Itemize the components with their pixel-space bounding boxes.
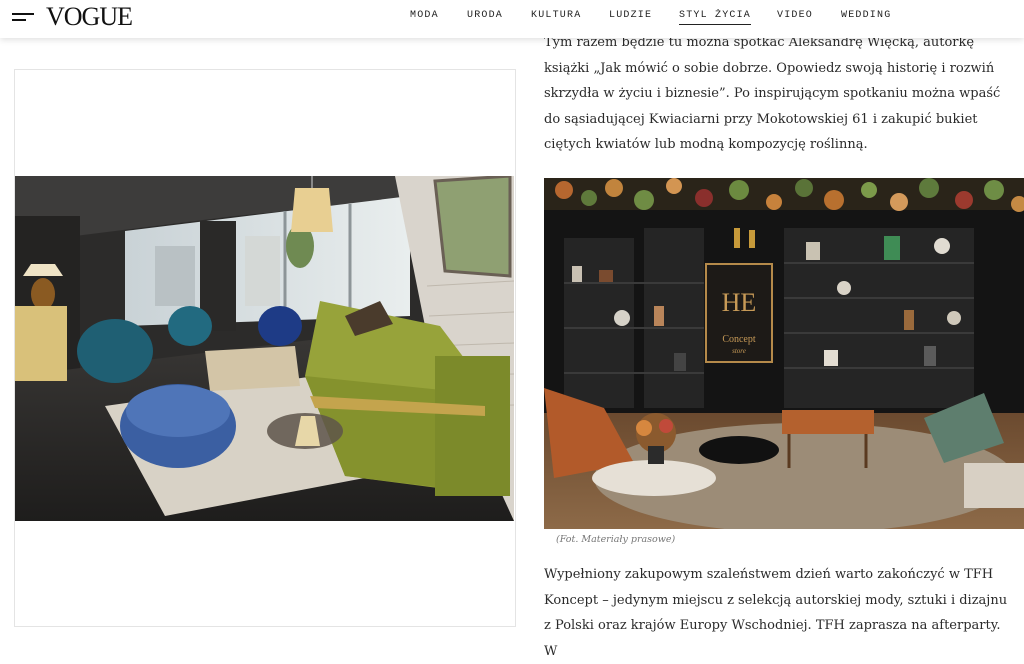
photo-caption: (Fot. Materiały prasowe) [556,534,676,545]
store-monogram: HE [722,288,757,317]
store-sign-concept: Concept [722,334,756,345]
article-paragraph: Wypełniony zakupowym szaleństwem dzień w… [544,567,1008,659]
nav-wedding[interactable]: WEDDING [841,10,891,21]
nav-moda[interactable]: MODA [410,10,439,21]
nav-video[interactable]: VIDEO [777,10,813,21]
nav-uroda[interactable]: URODA [467,10,503,21]
site-header: VOGUE MODA URODA KULTURA LUDZIE STYL ŻYC… [0,0,1024,38]
store-sign-store: store [732,347,746,355]
article-paragraph: Tym razem będzie tu można spotkać Aleksa… [544,35,1001,152]
showroom-interior-photo [15,176,514,521]
nav-styl-zycia[interactable]: STYL ŻYCIA [679,10,752,25]
nav-kultura[interactable]: KULTURA [531,10,581,21]
concept-store-photo: HE Concept store [544,178,1024,529]
nav-ludzie[interactable]: LUDZIE [609,10,652,21]
main-nav: MODA URODA KULTURA LUDZIE STYL ŻYCIA VID… [0,0,1024,38]
